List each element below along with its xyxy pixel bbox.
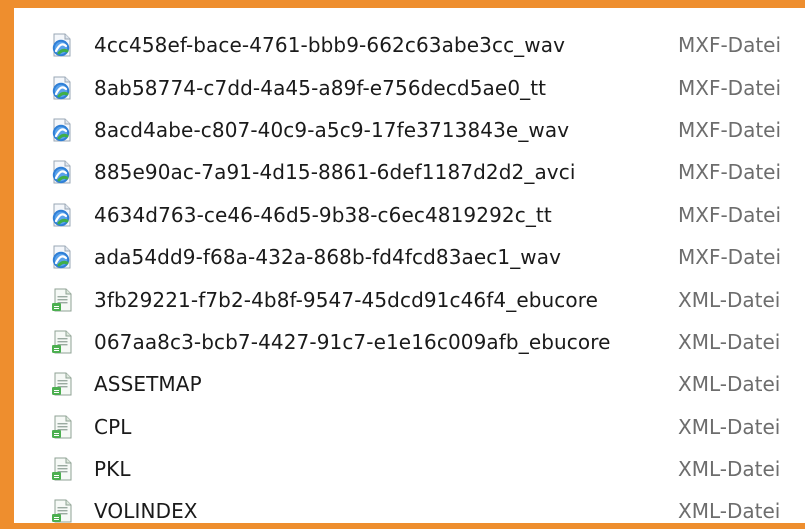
file-list: 4cc458ef-bace-4761-bbb9-662c63abe3cc_wav… [28, 24, 805, 529]
mxf-media-icon [51, 118, 73, 142]
file-name: VOLINDEX [94, 499, 198, 524]
file-type: XML-Datei [678, 287, 781, 312]
xml-document-icon [51, 499, 73, 523]
file-row[interactable]: PKL XML-Datei [28, 448, 805, 490]
mxf-media-icon [51, 245, 73, 269]
xml-document-icon [51, 288, 73, 312]
file-row[interactable]: 885e90ac-7a91-4d15-8861-6def1187d2d2_avc… [28, 151, 805, 193]
file-row[interactable]: 067aa8c3-bcb7-4427-91c7-e1e16c009afb_ebu… [28, 321, 805, 363]
file-name: PKL [94, 457, 131, 482]
file-name: 4634d763-ce46-46d5-9b38-c6ec4819292c_tt [94, 202, 552, 227]
file-name: ada54dd9-f68a-432a-868b-fd4fcd83aec1_wav [94, 245, 562, 270]
file-type: MXF-Datei [678, 75, 782, 100]
file-row[interactable]: VOLINDEX XML-Datei [28, 490, 805, 529]
file-type: MXF-Datei [678, 245, 782, 270]
file-type: XML-Datei [678, 329, 781, 354]
file-list-pane: 4cc458ef-bace-4761-bbb9-662c63abe3cc_wav… [28, 16, 805, 523]
file-row[interactable]: ASSETMAP XML-Datei [28, 363, 805, 405]
file-name: CPL [94, 414, 132, 439]
file-type: MXF-Datei [678, 202, 782, 227]
file-row[interactable]: 4cc458ef-bace-4761-bbb9-662c63abe3cc_wav… [28, 24, 805, 66]
file-type: MXF-Datei [678, 160, 782, 185]
file-explorer-window: 4cc458ef-bace-4761-bbb9-662c63abe3cc_wav… [0, 0, 805, 529]
file-name: ASSETMAP [94, 372, 202, 397]
file-row[interactable]: ada54dd9-f68a-432a-868b-fd4fcd83aec1_wav… [28, 236, 805, 278]
file-type: MXF-Datei [678, 33, 782, 58]
file-name: 885e90ac-7a91-4d15-8861-6def1187d2d2_avc… [94, 160, 576, 185]
file-name: 4cc458ef-bace-4761-bbb9-662c63abe3cc_wav [94, 33, 566, 58]
xml-document-icon [51, 457, 73, 481]
file-name: 8ab58774-c7dd-4a45-a89f-e756decd5ae0_tt [94, 75, 547, 100]
xml-document-icon [51, 330, 73, 354]
file-type: MXF-Datei [678, 117, 782, 142]
mxf-media-icon [51, 76, 73, 100]
mxf-media-icon [51, 33, 73, 57]
xml-document-icon [51, 415, 73, 439]
file-type: XML-Datei [678, 414, 781, 439]
file-row[interactable]: 8acd4abe-c807-40c9-a5c9-17fe3713843e_wav… [28, 109, 805, 151]
file-type: XML-Datei [678, 499, 781, 524]
mxf-media-icon [51, 203, 73, 227]
file-row[interactable]: 4634d763-ce46-46d5-9b38-c6ec4819292c_tt … [28, 194, 805, 236]
file-row[interactable]: 8ab58774-c7dd-4a45-a89f-e756decd5ae0_tt … [28, 66, 805, 108]
mxf-media-icon [51, 160, 73, 184]
xml-document-icon [51, 372, 73, 396]
file-type: XML-Datei [678, 457, 781, 482]
file-row[interactable]: CPL XML-Datei [28, 406, 805, 448]
file-type: XML-Datei [678, 372, 781, 397]
file-name: 3fb29221-f7b2-4b8f-9547-45dcd91c46f4_ebu… [94, 287, 599, 312]
file-name: 8acd4abe-c807-40c9-a5c9-17fe3713843e_wav [94, 117, 570, 142]
file-row[interactable]: 3fb29221-f7b2-4b8f-9547-45dcd91c46f4_ebu… [28, 278, 805, 320]
file-name: 067aa8c3-bcb7-4427-91c7-e1e16c009afb_ebu… [94, 329, 611, 354]
